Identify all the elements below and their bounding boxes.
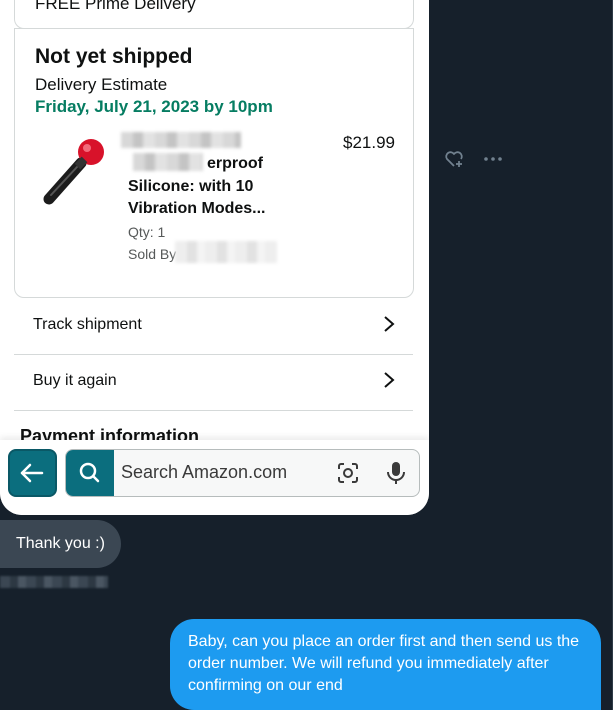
product-image bbox=[43, 139, 104, 205]
amazon-order-screenshot: FREE Prime Delivery Not yet shipped Deli… bbox=[0, 0, 429, 515]
shipment-card: Not yet shipped Delivery Estimate Friday… bbox=[14, 28, 414, 298]
track-shipment-label: Track shipment bbox=[33, 316, 142, 333]
microphone-icon[interactable] bbox=[385, 460, 407, 486]
delivery-estimate-date: Friday, July 21, 2023 by 10pm bbox=[35, 97, 273, 116]
buy-it-again-row[interactable]: Buy it again bbox=[14, 355, 413, 411]
search-button[interactable] bbox=[66, 450, 114, 496]
product-quantity: Qty: 1 bbox=[128, 224, 166, 240]
delivery-type-label: FREE Prime Delivery bbox=[35, 0, 196, 13]
heart-plus-icon[interactable] bbox=[444, 150, 464, 168]
chevron-right-icon bbox=[384, 372, 395, 388]
amazon-search-box bbox=[65, 449, 420, 497]
search-icon bbox=[79, 462, 100, 483]
camera-icon[interactable] bbox=[336, 461, 360, 485]
product-name-line: Silicone: with 10 bbox=[128, 178, 254, 195]
back-button[interactable] bbox=[8, 449, 57, 497]
product-price: $21.99 bbox=[343, 133, 395, 152]
delivery-estimate-label: Delivery Estimate bbox=[35, 75, 168, 94]
track-shipment-row[interactable]: Track shipment bbox=[14, 299, 413, 355]
outgoing-message-bubble[interactable]: Baby, can you place an order first and t… bbox=[170, 619, 601, 710]
delivery-header-card: FREE Prime Delivery bbox=[14, 0, 414, 29]
sold-by-label: Sold By bbox=[128, 246, 177, 262]
back-arrow-icon bbox=[20, 463, 44, 483]
amazon-bottom-search-bar bbox=[0, 440, 429, 515]
chevron-right-icon bbox=[384, 316, 395, 332]
incoming-message-bubble[interactable]: Thank you :) bbox=[0, 520, 121, 568]
redacted-product-name bbox=[133, 153, 203, 171]
product-name-line: Vibration Modes... bbox=[128, 200, 266, 217]
redacted-product-name bbox=[121, 132, 241, 148]
more-icon[interactable] bbox=[483, 150, 503, 168]
redacted-sender-info bbox=[0, 576, 108, 588]
buy-it-again-label: Buy it again bbox=[33, 372, 117, 389]
shipment-status-title: Not yet shipped bbox=[35, 45, 193, 68]
redacted-seller-name bbox=[175, 241, 277, 263]
product-name-line: erproof bbox=[207, 155, 263, 172]
search-input[interactable] bbox=[121, 462, 321, 483]
